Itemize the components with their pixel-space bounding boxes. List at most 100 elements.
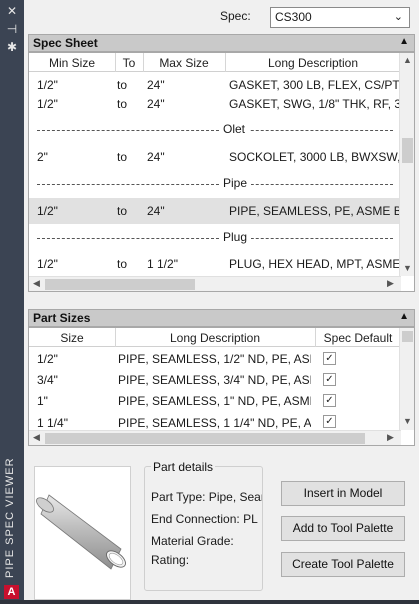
spec-sheet-header-row: Min Size To Max Size Long Description (29, 53, 401, 72)
table-row-selected[interactable]: 1/2" to 24" PIPE, SEAMLESS, PE, ASME B36… (29, 198, 401, 224)
cell-min: 1/2" (37, 78, 58, 92)
table-row[interactable]: 2" to 24" SOCKOLET, 3000 LB, BWXSW, 9/ (29, 144, 401, 170)
spec-default-checkbox[interactable]: ✓ (323, 352, 336, 365)
spec-bar: Spec: CS300 ⌄ (24, 0, 419, 32)
settings-icon[interactable]: ✱ (4, 40, 20, 54)
collapse-up-icon[interactable]: ▲ (399, 36, 409, 47)
scroll-up-icon[interactable]: ▲ (403, 55, 412, 65)
scroll-right-icon[interactable]: ▶ (387, 432, 394, 443)
cell-to: to (117, 78, 128, 92)
spec-label: Spec: (220, 9, 251, 23)
part-details-title: Part details (151, 460, 216, 474)
spec-sheet-title: Spec Sheet (33, 36, 98, 50)
scroll-down-icon[interactable]: ▼ (403, 263, 412, 273)
cell-to: to (117, 97, 128, 111)
hscroll-thumb[interactable] (45, 279, 195, 290)
spec-sheet-header[interactable]: Spec Sheet ▲ (28, 34, 415, 52)
cell-to: to (117, 150, 128, 164)
main-panel: Spec: CS300 ⌄ Spec Sheet ▲ Min Size To M… (24, 0, 419, 600)
cell-to: to (117, 257, 128, 271)
collapse-up-icon[interactable]: ▲ (399, 311, 409, 322)
table-row[interactable]: 1" PIPE, SEAMLESS, 1" ND, PE, ASME B ✓ (29, 390, 401, 411)
rating: Rating: (151, 553, 190, 567)
table-row[interactable]: 3/4" PIPE, SEAMLESS, 3/4" ND, PE, ASME ✓ (29, 369, 401, 390)
cell-max: 24" (147, 78, 165, 92)
vscroll-thumb[interactable] (402, 138, 413, 163)
group-row-olet: Olet (29, 117, 401, 143)
spec-sheet-vscrollbar[interactable]: ▲ ▼ (399, 53, 414, 276)
table-row[interactable]: 1/2" to 1 1/2" PLUG, HEX HEAD, MPT, ASME… (29, 251, 401, 277)
spec-dropdown[interactable]: CS300 ⌄ (270, 7, 410, 28)
spec-default-checkbox[interactable]: ✓ (323, 415, 336, 428)
table-row[interactable]: 1/2" to 24" GASKET, SWG, 1/8" THK, RF, 3… (29, 91, 401, 117)
part-sizes-header[interactable]: Part Sizes ▲ (28, 309, 415, 327)
palette-title: PIPE SPEC VIEWER (4, 457, 16, 578)
cell-min: 1/2" (37, 204, 58, 218)
cell-desc: PIPE, SEAMLESS, 1" ND, PE, ASME B (118, 394, 311, 408)
add-to-tool-palette-button[interactable]: Add to Tool Palette (281, 516, 405, 541)
close-icon[interactable]: ✕ (4, 4, 20, 18)
cell-min: 1/2" (37, 97, 58, 111)
group-label: Plug (219, 230, 252, 244)
palette-sidebar: ✕ ⊣ ✱ PIPE SPEC VIEWER A (0, 0, 24, 600)
cell-desc: GASKET, SWG, 1/8" THK, RF, 300 (229, 97, 401, 111)
scroll-right-icon[interactable]: ▶ (387, 278, 394, 289)
part-details-group: Part details Part Type: Pipe, Seaml End … (144, 460, 263, 591)
col-long-description[interactable]: Long Description (225, 56, 401, 70)
col-min-size[interactable]: Min Size (29, 56, 115, 70)
cell-size: 1/2" (37, 352, 58, 366)
cell-max: 24" (147, 97, 165, 111)
spec-default-checkbox[interactable]: ✓ (323, 394, 336, 407)
part-sizes-title: Part Sizes (33, 311, 91, 325)
spec-value: CS300 (275, 10, 312, 24)
spec-sheet-hscrollbar[interactable]: ◀ ▶ (29, 276, 401, 291)
pipe-icon (36, 494, 126, 570)
part-sizes-vscrollbar[interactable]: ▼ (399, 328, 414, 430)
cell-desc: PIPE, SEAMLESS, 1 1/4" ND, PE, ASM (118, 416, 311, 430)
part-preview-image (34, 466, 131, 600)
col-to[interactable]: To (115, 56, 143, 70)
scroll-left-icon[interactable]: ◀ (33, 278, 40, 289)
cell-size: 1" (37, 394, 48, 408)
cell-size: 1 1/4" (37, 416, 68, 430)
group-label: Pipe (219, 176, 252, 190)
cell-min: 1/2" (37, 257, 58, 271)
scroll-down-icon[interactable]: ▼ (403, 416, 412, 426)
table-row[interactable]: 1/2" PIPE, SEAMLESS, 1/2" ND, PE, ASME ✓ (29, 348, 401, 369)
insert-in-model-button[interactable]: Insert in Model (281, 481, 405, 506)
table-row[interactable]: 1 1/4" PIPE, SEAMLESS, 1 1/4" ND, PE, AS… (29, 411, 401, 430)
part-sizes-hscrollbar[interactable]: ◀ ▶ (29, 430, 401, 445)
create-tool-palette-button[interactable]: Create Tool Palette (281, 552, 405, 577)
cell-desc: SOCKOLET, 3000 LB, BWXSW, 9/ (229, 150, 401, 164)
cell-max: 1 1/2" (147, 257, 178, 271)
group-label: Olet (219, 122, 250, 136)
cell-max: 24" (147, 204, 165, 218)
cell-max: 24" (147, 150, 165, 164)
end-connection: End Connection: PL (151, 512, 258, 526)
group-row-plug: Plug (29, 225, 401, 251)
cell-size: 3/4" (37, 373, 58, 387)
part-sizes-grid: Size Long Description Spec Default 1/2" … (28, 327, 415, 446)
scroll-left-icon[interactable]: ◀ (33, 432, 40, 443)
vscroll-thumb[interactable] (402, 331, 413, 342)
part-sizes-header-row: Size Long Description Spec Default (29, 328, 401, 347)
cell-min: 2" (37, 150, 48, 164)
material-grade: Material Grade: (151, 534, 234, 548)
pin-icon[interactable]: ⊣ (4, 22, 20, 36)
spec-sheet-grid: Min Size To Max Size Long Description 1/… (28, 52, 415, 292)
chevron-down-icon: ⌄ (393, 11, 403, 23)
cell-desc: PLUG, HEX HEAD, MPT, ASME B1 (229, 257, 401, 271)
group-row-pipe: Pipe (29, 171, 401, 197)
col-spec-default[interactable]: Spec Default (315, 331, 401, 345)
col-size[interactable]: Size (29, 331, 115, 345)
autocad-logo-icon: A (4, 585, 19, 599)
col-long-description[interactable]: Long Description (115, 331, 315, 345)
cell-to: to (117, 204, 128, 218)
part-type: Part Type: Pipe, Seaml (151, 490, 262, 504)
col-max-size[interactable]: Max Size (143, 56, 225, 70)
hscroll-thumb[interactable] (45, 433, 365, 444)
cell-desc: PIPE, SEAMLESS, 1/2" ND, PE, ASME (118, 352, 311, 366)
cell-desc: PIPE, SEAMLESS, PE, ASME B36.1 (229, 204, 401, 218)
spec-default-checkbox[interactable]: ✓ (323, 373, 336, 386)
cell-desc: GASKET, 300 LB, FLEX, CS/PTFE (229, 78, 401, 92)
